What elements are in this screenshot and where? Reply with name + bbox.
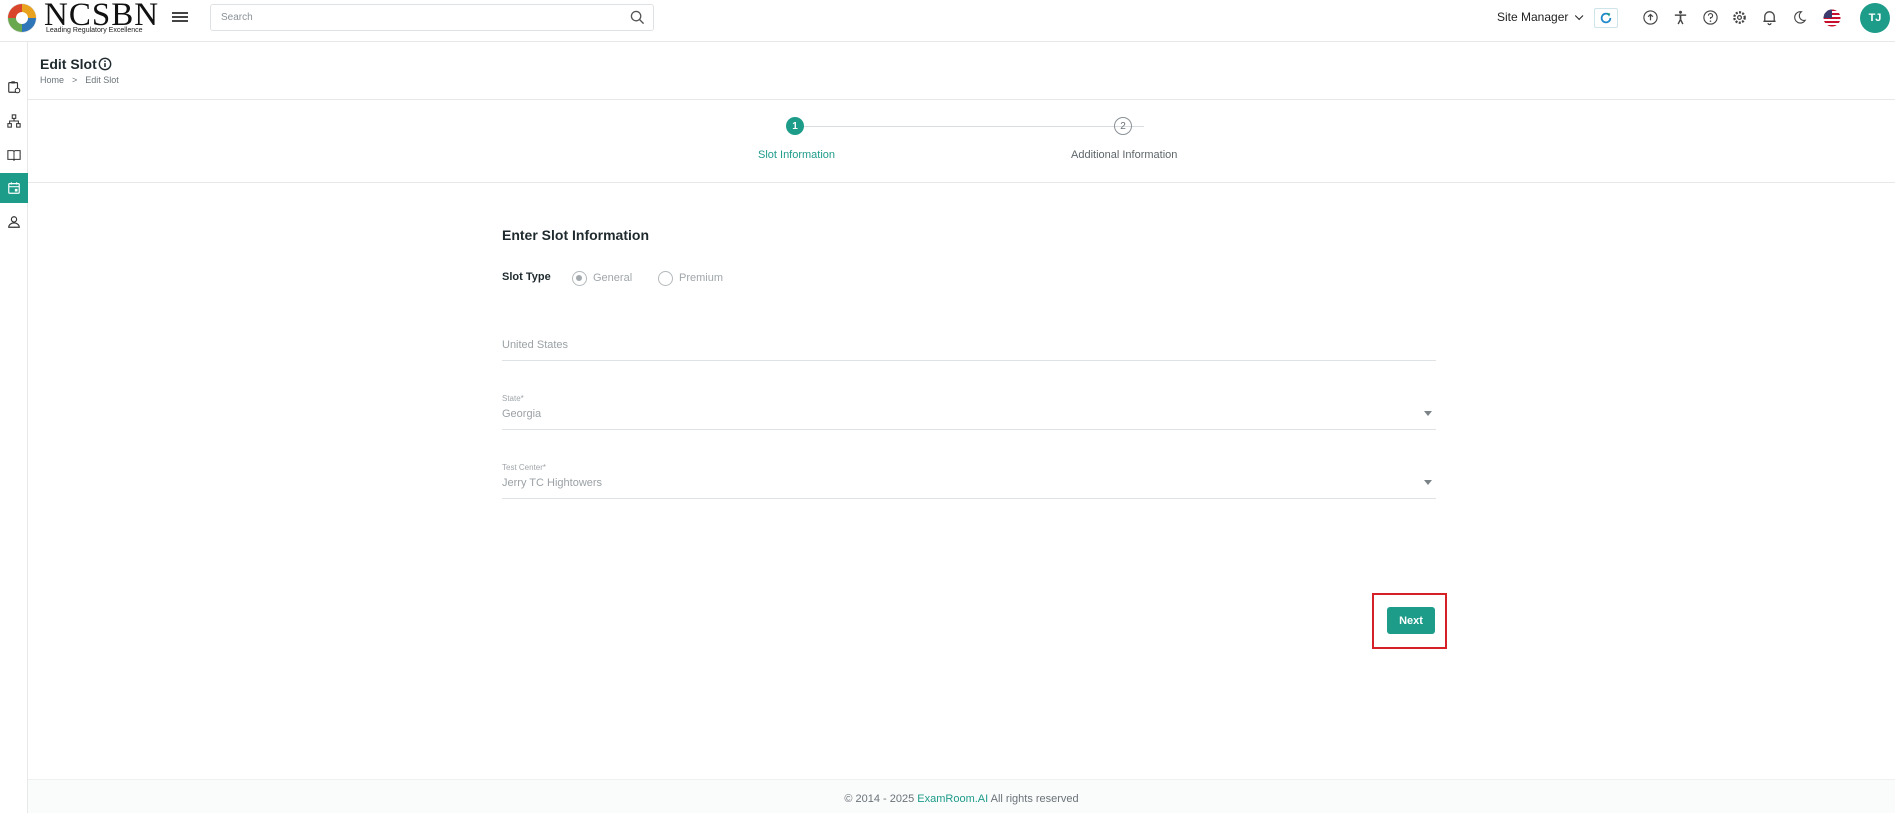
slot-type-general-radio[interactable]: General	[572, 270, 632, 286]
country-value: United States	[502, 339, 569, 351]
sidebar-item-hierarchy[interactable]	[0, 106, 28, 136]
footer: © 2014 - 2025 ExamRoom.AI All rights res…	[28, 779, 1895, 813]
help-icon[interactable]	[1702, 9, 1719, 26]
calendar-icon	[8, 182, 20, 194]
dropdown-caret-icon	[1424, 411, 1432, 416]
user-icon	[8, 216, 20, 228]
sidebar	[0, 42, 28, 813]
footer-rights: All rights reserved	[988, 793, 1079, 805]
radio-unchecked-icon	[658, 270, 673, 286]
state-label: State*	[502, 394, 524, 403]
search-input[interactable]	[211, 5, 611, 30]
chevron-down-icon	[1575, 11, 1584, 21]
slot-type-general-label: General	[593, 272, 633, 284]
country-field[interactable]: United States	[502, 334, 1436, 361]
dropdown-caret-icon	[1424, 480, 1432, 485]
role-dropdown[interactable]: Site Manager	[1497, 10, 1584, 24]
role-label: Site Manager	[1497, 10, 1569, 24]
stepper: 1 2 Slot Information Additional Informat…	[28, 100, 1895, 183]
search-icon[interactable]	[630, 10, 645, 25]
logo-tagline: Leading Regulatory Excellence	[46, 27, 143, 34]
step-1-number[interactable]: 1	[786, 117, 804, 135]
logo-mark-icon	[7, 3, 37, 33]
test-center-value: Jerry TC Hightowers	[502, 477, 603, 489]
moon-icon[interactable]	[1791, 9, 1808, 26]
state-select[interactable]: State* Georgia	[502, 392, 1436, 430]
page-header: Edit Slot Home > Edit Slot	[28, 42, 1895, 100]
slot-type-premium-radio[interactable]: Premium	[658, 270, 723, 286]
page-title: Edit Slot	[40, 56, 97, 72]
avatar[interactable]: TJ	[1860, 3, 1890, 33]
sidebar-item-user[interactable]	[0, 207, 28, 237]
sidebar-item-clipboard[interactable]	[0, 72, 28, 102]
test-center-label: Test Center*	[502, 463, 547, 472]
bell-icon[interactable]	[1761, 9, 1778, 26]
state-value: Georgia	[502, 408, 542, 420]
clipboard-settings-icon	[8, 81, 21, 94]
footer-copyright: © 2014 - 2025	[844, 793, 918, 805]
step-2-label[interactable]: Additional Information	[1071, 149, 1177, 161]
accessibility-icon[interactable]	[1672, 9, 1689, 26]
top-bar: NCSBN Leading Regulatory Excellence Site…	[0, 0, 1895, 42]
form-title: Enter Slot Information	[502, 227, 649, 243]
menu-icon[interactable]	[172, 10, 188, 26]
us-flag-icon[interactable]	[1823, 9, 1841, 27]
breadcrumb-home[interactable]: Home	[40, 75, 64, 85]
slot-type-label: Slot Type	[502, 271, 551, 283]
breadcrumb-current: Edit Slot	[85, 75, 119, 85]
search-box	[210, 4, 654, 31]
next-button[interactable]: Next	[1387, 607, 1435, 634]
refresh-button[interactable]	[1594, 8, 1618, 28]
info-icon[interactable]	[98, 57, 112, 71]
stepper-connector	[804, 126, 1144, 127]
step-2-number[interactable]: 2	[1114, 117, 1132, 135]
radio-checked-icon	[572, 270, 587, 286]
ncsbn-logo[interactable]: NCSBN Leading Regulatory Excellence	[4, 0, 158, 38]
test-center-select[interactable]: Test Center* Jerry TC Hightowers	[502, 461, 1436, 499]
step-1-label[interactable]: Slot Information	[758, 149, 835, 161]
add-circle-icon[interactable]	[1642, 9, 1659, 26]
refresh-icon	[1600, 12, 1612, 24]
sitemap-icon	[7, 114, 21, 128]
sidebar-item-calendar[interactable]	[0, 173, 28, 203]
sidebar-item-book[interactable]	[0, 140, 28, 170]
settings-icon[interactable]	[1731, 9, 1748, 26]
breadcrumb-separator: >	[72, 75, 78, 85]
footer-brand-link[interactable]: ExamRoom.AI	[917, 793, 988, 805]
breadcrumb: Home > Edit Slot	[40, 75, 119, 85]
book-icon	[7, 150, 21, 161]
slot-type-premium-label: Premium	[679, 272, 724, 284]
